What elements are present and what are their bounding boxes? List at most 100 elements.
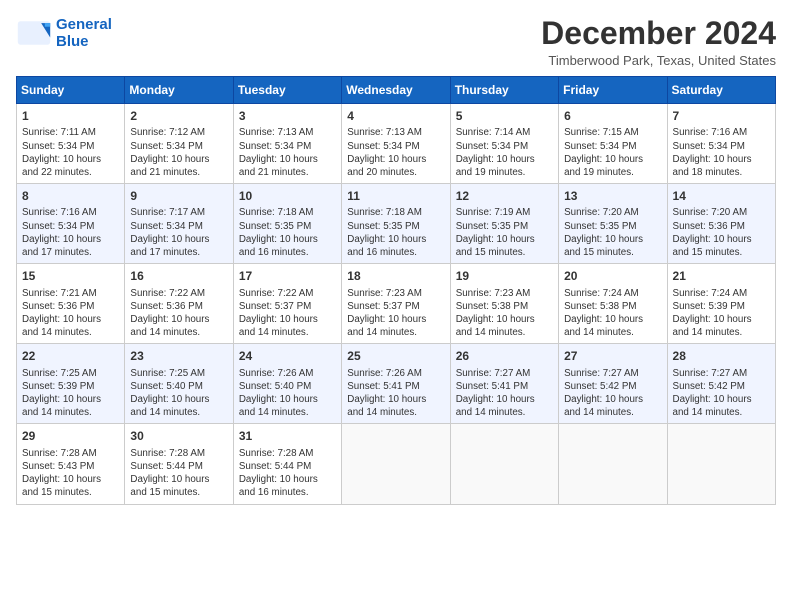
- day-number: 1: [22, 108, 119, 124]
- day-number: 7: [673, 108, 770, 124]
- calendar-cell: 5Sunrise: 7:14 AM Sunset: 5:34 PM Daylig…: [450, 104, 558, 184]
- calendar-cell: 16 Sunrise: 7:22 AM Sunset: 5:36 PM Dayli…: [125, 264, 233, 344]
- calendar-cell: [559, 424, 667, 504]
- logo-icon: [16, 19, 52, 47]
- calendar-cell: 24Sunrise: 7:26 AM Sunset: 5:40 PM Dayli…: [233, 344, 341, 424]
- day-info: Sunrise: 7:23 AM Sunset: 5:38 PM Dayligh…: [456, 287, 553, 340]
- calendar-cell: 4Sunrise: 7:13 AM Sunset: 5:34 PM Daylig…: [342, 104, 450, 184]
- calendar-cell: [450, 424, 558, 504]
- weekday-header-thursday: Thursday: [450, 77, 558, 104]
- location: Timberwood Park, Texas, United States: [541, 53, 776, 68]
- day-number: 15: [22, 268, 119, 284]
- calendar-cell: [667, 424, 775, 504]
- day-number: 2: [130, 108, 227, 124]
- calendar-cell: 13 Sunrise: 7:20 AM Sunset: 5:35 PM Dayli…: [559, 184, 667, 264]
- calendar-cell: 23Sunrise: 7:25 AM Sunset: 5:40 PM Dayli…: [125, 344, 233, 424]
- day-info: Sunrise: 7:25 AM Sunset: 5:39 PM Dayligh…: [22, 367, 119, 420]
- day-info: Sunrise: 7:21 AM Sunset: 5:36 PM Dayligh…: [22, 287, 119, 340]
- day-info: Sunrise: 7:25 AM Sunset: 5:40 PM Dayligh…: [130, 367, 227, 420]
- day-info: Sunrise: 7:28 AM Sunset: 5:43 PM Dayligh…: [22, 447, 119, 500]
- calendar-cell: 30 Sunrise: 7:28 AM Sunset: 5:44 PM Dayli…: [125, 424, 233, 504]
- weekday-header-friday: Friday: [559, 77, 667, 104]
- calendar-cell: 1 Sunrise: 7:11 AM Sunset: 5:34 PM Daylig…: [17, 104, 125, 184]
- day-number: 22: [22, 348, 119, 364]
- calendar-cell: 8 Sunrise: 7:16 AM Sunset: 5:34 PM Daylig…: [17, 184, 125, 264]
- day-info: Sunrise: 7:14 AM Sunset: 5:34 PM Dayligh…: [456, 126, 553, 179]
- day-info: Sunrise: 7:23 AM Sunset: 5:37 PM Dayligh…: [347, 287, 444, 340]
- week-row-1: 1 Sunrise: 7:11 AM Sunset: 5:34 PM Daylig…: [17, 104, 776, 184]
- calendar-cell: 18 Sunrise: 7:23 AM Sunset: 5:37 PM Dayli…: [342, 264, 450, 344]
- calendar-cell: 25Sunrise: 7:26 AM Sunset: 5:41 PM Dayli…: [342, 344, 450, 424]
- calendar-cell: 21 Sunrise: 7:24 AM Sunset: 5:39 PM Dayli…: [667, 264, 775, 344]
- day-number: 8: [22, 188, 119, 204]
- day-number: 31: [239, 428, 336, 444]
- day-number: 13: [564, 188, 661, 204]
- day-number: 16: [130, 268, 227, 284]
- day-info: Sunrise: 7:17 AM Sunset: 5:34 PM Dayligh…: [130, 206, 227, 259]
- day-info: Sunrise: 7:16 AM Sunset: 5:34 PM Dayligh…: [22, 206, 119, 259]
- day-info: Sunrise: 7:27 AM Sunset: 5:42 PM Dayligh…: [564, 367, 661, 420]
- day-info: Sunrise: 7:27 AM Sunset: 5:41 PM Dayligh…: [456, 367, 553, 420]
- calendar-cell: 22 Sunrise: 7:25 AM Sunset: 5:39 PM Dayli…: [17, 344, 125, 424]
- calendar-table: SundayMondayTuesdayWednesdayThursdayFrid…: [16, 76, 776, 504]
- day-number: 10: [239, 188, 336, 204]
- week-row-2: 8 Sunrise: 7:16 AM Sunset: 5:34 PM Daylig…: [17, 184, 776, 264]
- day-info: Sunrise: 7:20 AM Sunset: 5:35 PM Dayligh…: [564, 206, 661, 259]
- week-row-5: 29 Sunrise: 7:28 AM Sunset: 5:43 PM Dayli…: [17, 424, 776, 504]
- day-number: 28: [673, 348, 770, 364]
- day-number: 29: [22, 428, 119, 444]
- day-info: Sunrise: 7:27 AM Sunset: 5:42 PM Dayligh…: [673, 367, 770, 420]
- calendar-cell: 6 Sunrise: 7:15 AM Sunset: 5:34 PM Daylig…: [559, 104, 667, 184]
- day-number: 21: [673, 268, 770, 284]
- calendar-cell: 28 Sunrise: 7:27 AM Sunset: 5:42 PM Dayli…: [667, 344, 775, 424]
- calendar-cell: 3 Sunrise: 7:13 AM Sunset: 5:34 PM Daylig…: [233, 104, 341, 184]
- week-row-3: 15 Sunrise: 7:21 AM Sunset: 5:36 PM Dayli…: [17, 264, 776, 344]
- day-info: Sunrise: 7:15 AM Sunset: 5:34 PM Dayligh…: [564, 126, 661, 179]
- day-number: 11: [347, 188, 444, 204]
- day-info: Sunrise: 7:26 AM Sunset: 5:40 PM Dayligh…: [239, 367, 336, 420]
- day-info: Sunrise: 7:20 AM Sunset: 5:36 PM Dayligh…: [673, 206, 770, 259]
- day-number: 9: [130, 188, 227, 204]
- page-header: General Blue December 2024 Timberwood Pa…: [16, 16, 776, 68]
- logo: General Blue: [16, 16, 112, 50]
- day-number: 18: [347, 268, 444, 284]
- weekday-header-monday: Monday: [125, 77, 233, 104]
- day-info: Sunrise: 7:22 AM Sunset: 5:37 PM Dayligh…: [239, 287, 336, 340]
- calendar-cell: 20 Sunrise: 7:24 AM Sunset: 5:38 PM Dayli…: [559, 264, 667, 344]
- weekday-header-wednesday: Wednesday: [342, 77, 450, 104]
- day-info: Sunrise: 7:28 AM Sunset: 5:44 PM Dayligh…: [130, 447, 227, 500]
- day-info: Sunrise: 7:22 AM Sunset: 5:36 PM Dayligh…: [130, 287, 227, 340]
- calendar-cell: 17Sunrise: 7:22 AM Sunset: 5:37 PM Dayli…: [233, 264, 341, 344]
- calendar-cell: 14 Sunrise: 7:20 AM Sunset: 5:36 PM Dayli…: [667, 184, 775, 264]
- title-block: December 2024 Timberwood Park, Texas, Un…: [541, 16, 776, 68]
- calendar-cell: 31 Sunrise: 7:28 AM Sunset: 5:44 PM Dayli…: [233, 424, 341, 504]
- day-number: 4: [347, 108, 444, 124]
- calendar-cell: [342, 424, 450, 504]
- calendar-cell: 26Sunrise: 7:27 AM Sunset: 5:41 PM Dayli…: [450, 344, 558, 424]
- weekday-header-saturday: Saturday: [667, 77, 775, 104]
- day-number: 6: [564, 108, 661, 124]
- calendar-cell: 10 Sunrise: 7:18 AM Sunset: 5:35 PM Dayli…: [233, 184, 341, 264]
- day-info: Sunrise: 7:18 AM Sunset: 5:35 PM Dayligh…: [239, 206, 336, 259]
- calendar-cell: 27Sunrise: 7:27 AM Sunset: 5:42 PM Dayli…: [559, 344, 667, 424]
- day-number: 14: [673, 188, 770, 204]
- week-row-4: 22 Sunrise: 7:25 AM Sunset: 5:39 PM Dayli…: [17, 344, 776, 424]
- day-number: 3: [239, 108, 336, 124]
- day-info: Sunrise: 7:24 AM Sunset: 5:38 PM Dayligh…: [564, 287, 661, 340]
- day-info: Sunrise: 7:28 AM Sunset: 5:44 PM Dayligh…: [239, 447, 336, 500]
- day-number: 30: [130, 428, 227, 444]
- day-info: Sunrise: 7:13 AM Sunset: 5:34 PM Dayligh…: [239, 126, 336, 179]
- month-title: December 2024: [541, 16, 776, 51]
- calendar-cell: 9 Sunrise: 7:17 AM Sunset: 5:34 PM Daylig…: [125, 184, 233, 264]
- calendar-cell: 19 Sunrise: 7:23 AM Sunset: 5:38 PM Dayli…: [450, 264, 558, 344]
- day-number: 25: [347, 348, 444, 364]
- day-info: Sunrise: 7:24 AM Sunset: 5:39 PM Dayligh…: [673, 287, 770, 340]
- day-number: 20: [564, 268, 661, 284]
- day-info: Sunrise: 7:11 AM Sunset: 5:34 PM Dayligh…: [22, 126, 119, 179]
- weekday-header-row: SundayMondayTuesdayWednesdayThursdayFrid…: [17, 77, 776, 104]
- calendar-cell: 7Sunrise: 7:16 AM Sunset: 5:34 PM Daylig…: [667, 104, 775, 184]
- day-info: Sunrise: 7:18 AM Sunset: 5:35 PM Dayligh…: [347, 206, 444, 259]
- day-number: 19: [456, 268, 553, 284]
- logo-text: General Blue: [56, 16, 112, 50]
- weekday-header-sunday: Sunday: [17, 77, 125, 104]
